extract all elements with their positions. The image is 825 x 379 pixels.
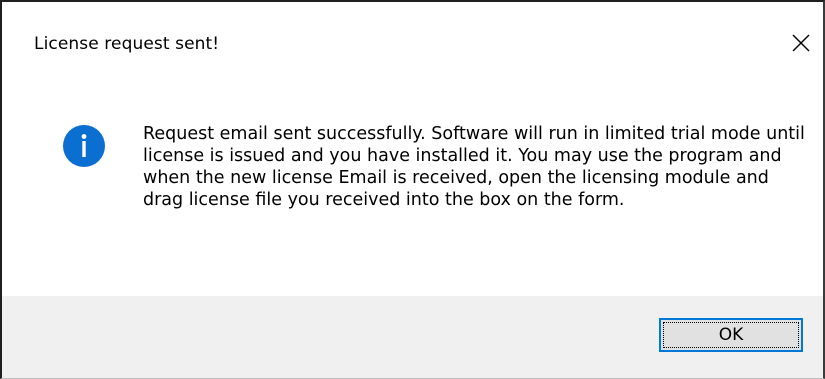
close-button[interactable] [779,24,823,62]
info-icon [63,125,105,167]
ok-button[interactable]: OK [659,318,803,352]
button-bar: OK [2,296,823,378]
close-icon [792,34,810,52]
dialog-title: License request sent! [34,34,220,54]
ok-button-label: OK [718,325,744,345]
dialog-content: Request email sent successfully. Softwar… [2,62,823,296]
dialog-message: Request email sent successfully. Softwar… [143,124,805,210]
message-dialog: License request sent! Request email sent… [0,0,825,379]
title-bar[interactable]: License request sent! [2,2,823,62]
